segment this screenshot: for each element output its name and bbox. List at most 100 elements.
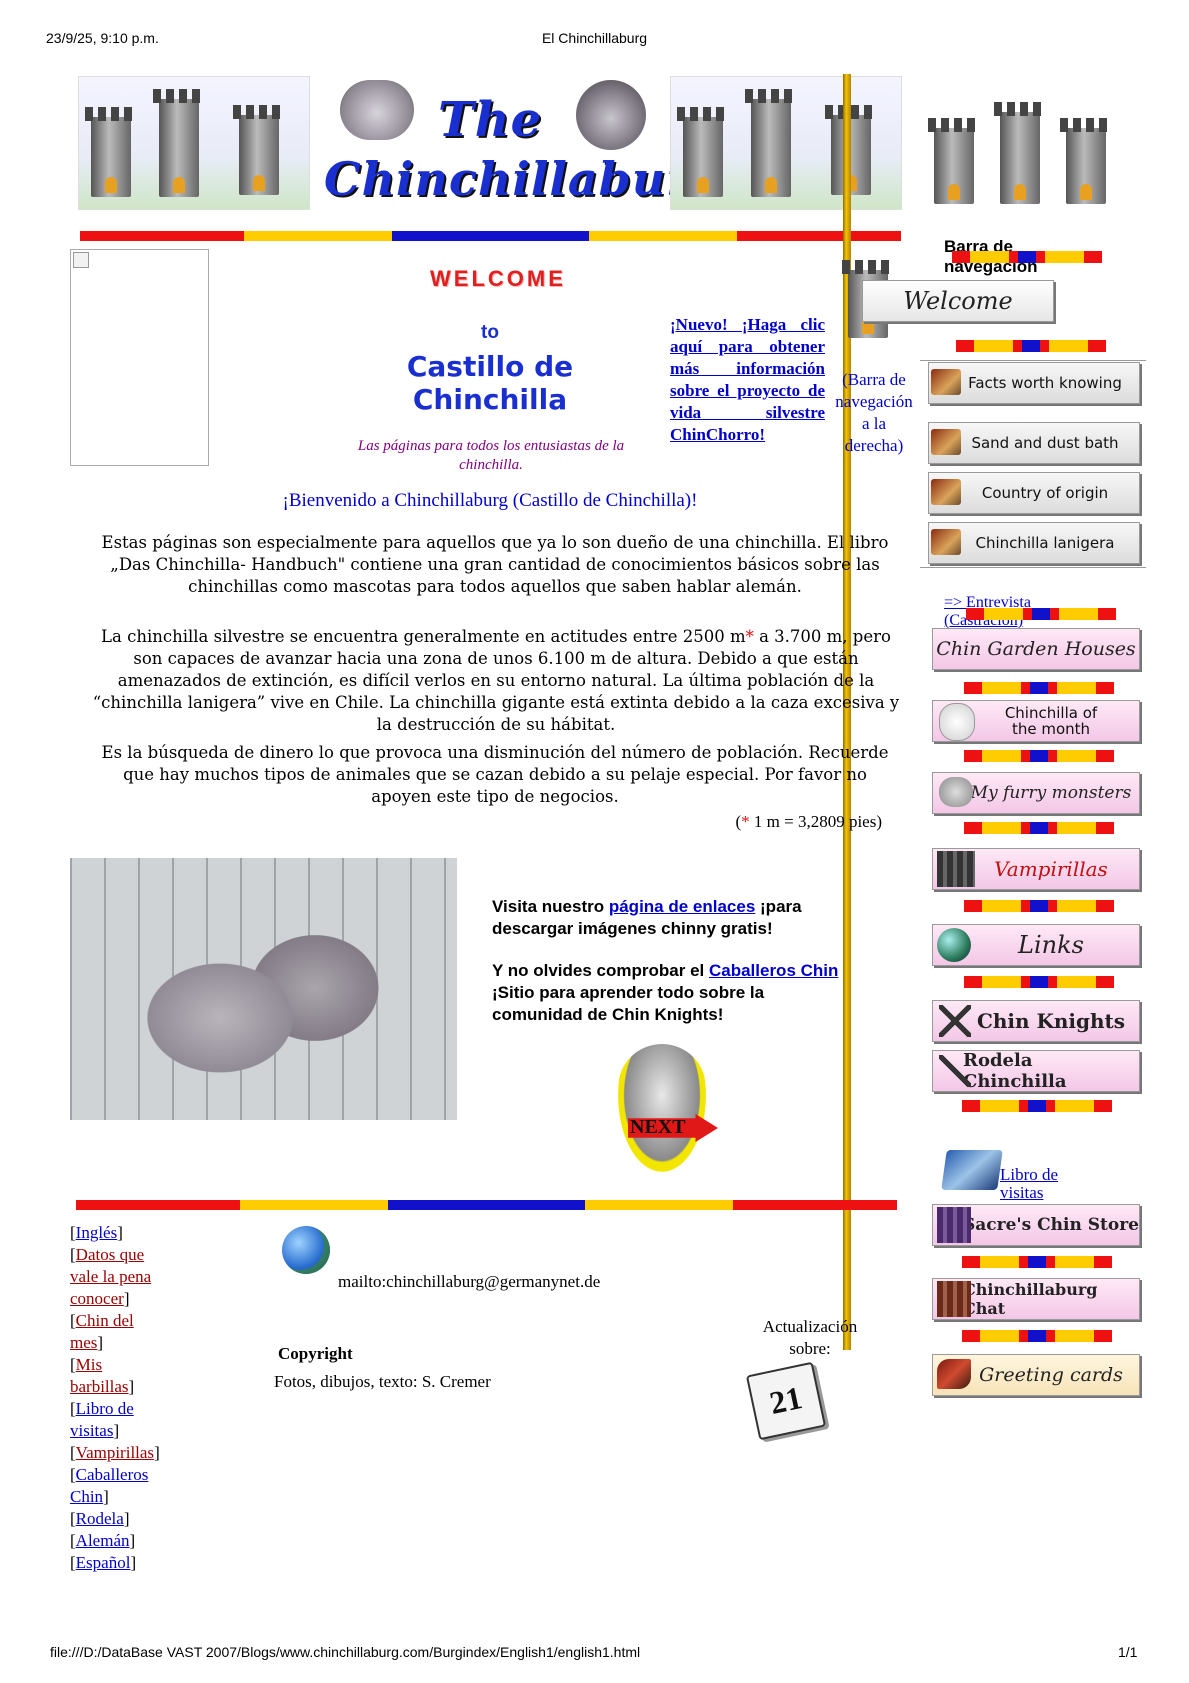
nav-link-mis-barbillas[interactable]: Mis barbillas [70, 1355, 129, 1396]
bottom-nav-item: [Español] [70, 1553, 137, 1572]
sand-book-icon [931, 429, 961, 455]
knights-promo: Y no olvides comprobar el Caballeros Chi… [492, 960, 852, 1026]
mailto-link[interactable]: mailto:chinchillaburg@germanynet.de [338, 1272, 600, 1292]
guestbook-link[interactable]: Libro de visitas [1000, 1166, 1100, 1204]
crossed-swords-icon [939, 1005, 971, 1037]
lanigera-label: Chinchilla lanigera [975, 534, 1115, 552]
sidebar-stripe [964, 682, 1114, 694]
nav-link-vampirillas[interactable]: Vampirillas [76, 1443, 154, 1462]
chinchilla-portrait-right [576, 80, 646, 150]
intro-paragraph: Estas páginas son especialmente para aqu… [101, 533, 889, 596]
chinchilla-face-icon [939, 777, 973, 807]
footnote-asterisk: * [741, 812, 750, 831]
print-doc-title: El Chinchillaburg [541, 30, 648, 46]
globe-icon[interactable] [282, 1226, 330, 1274]
bottom-nav-item: [Libro de visitas] [70, 1399, 134, 1440]
nav-link-caballeros[interactable]: Caballeros Chin [70, 1465, 148, 1506]
dark-castle-icon [937, 851, 975, 887]
chin-knights-button[interactable]: Chin Knights [932, 1000, 1140, 1042]
chinchilla-photo [70, 858, 457, 1120]
sidebar-stripe [962, 1256, 1112, 1268]
sidebar-stripe [964, 750, 1114, 762]
furry-monsters-button[interactable]: My furry monsters [932, 772, 1140, 814]
nav-link-chin-del-mes[interactable]: Chin del mes [70, 1311, 134, 1352]
sidebar-stripe [964, 822, 1114, 834]
facts-book-icon [931, 369, 961, 395]
chinchilla-portrait-left [340, 80, 414, 140]
facts-button[interactable]: Facts worth knowing [928, 362, 1140, 404]
header-divider [80, 231, 901, 241]
country-origin-button[interactable]: Country of origin [928, 472, 1140, 514]
chin-knights-link[interactable]: Caballeros Chin [709, 961, 838, 980]
sidebar-stripe [962, 1100, 1112, 1112]
lanigera-button[interactable]: Chinchilla lanigera [928, 522, 1140, 564]
bottom-nav: [Inglés] [Datos que vale la pena conocer… [70, 1222, 170, 1574]
links-page-link[interactable]: página de enlaces [609, 897, 755, 916]
knights-label: Chin Knights [976, 1009, 1126, 1033]
white-chinchilla-icon [939, 703, 975, 741]
sidebar-stripe [956, 340, 1106, 352]
knights-promo-suffix: ¡Sitio para aprender todo sobre la comun… [492, 983, 765, 1024]
towers-graphic [920, 100, 1150, 210]
logo-line-2: Chinchillaburg [324, 152, 725, 206]
chin-month-label: Chinchilla of the month [1004, 704, 1098, 738]
chin-of-month-button[interactable]: Chinchilla of the month [932, 700, 1140, 742]
sand-bath-button[interactable]: Sand and dust bath [928, 422, 1140, 464]
bottom-nav-item: [Rodela] [70, 1509, 130, 1528]
sand-label: Sand and dust bath [971, 434, 1119, 452]
chat-castle-icon [937, 1281, 971, 1317]
chat-button[interactable]: Chinchillaburg Chat [932, 1278, 1140, 1320]
logo-line-1: The [438, 92, 543, 148]
links-promo-prefix: Visita nuestro [492, 897, 609, 916]
quill-icon [937, 1359, 971, 1389]
next-label: NEXT [630, 1116, 686, 1138]
sidebar-stripe [964, 976, 1114, 988]
calendar-icon: 21 [745, 1361, 827, 1441]
nav-note: (Barra de navegación a la derecha) [835, 370, 913, 455]
wild-chinchilla-paragraph: La chinchilla silvestre se encuentra gen… [86, 626, 906, 736]
sidebar-welcome-label: Welcome [903, 287, 1013, 315]
garden-houses-button[interactable]: Chin Garden Houses [932, 628, 1140, 670]
greeting-cards-button[interactable]: Greeting cards [932, 1354, 1140, 1396]
sidebar-stripe [962, 1330, 1112, 1342]
links-promo: Visita nuestro página de enlaces ¡para d… [492, 896, 852, 940]
nav-link-aleman[interactable]: Alemán [76, 1531, 130, 1550]
footnote: (* 1 m = 3,2809 pies) [600, 812, 882, 832]
calendar-day: 21 [766, 1379, 806, 1421]
broken-image-placeholder [70, 249, 209, 466]
tagline: Las páginas para todos los entusiastas d… [357, 438, 625, 473]
site-logo: The Chinchillaburg [320, 76, 724, 222]
bottom-nav-item: [Caballeros Chin] [70, 1465, 149, 1506]
welcome-greeting: ¡Bienvenido a Chinchillaburg (Castillo d… [282, 490, 698, 511]
nav-link-espanol[interactable]: Español [76, 1553, 131, 1572]
sidebar-stripe [952, 251, 1102, 263]
cards-label: Greeting cards [979, 1364, 1123, 1386]
conservation-paragraph: Es la búsqueda de dinero lo que provoca … [101, 743, 889, 806]
nav-link-rodela[interactable]: Rodela [76, 1509, 124, 1528]
sidebar-stripe [966, 608, 1116, 620]
nav-link-datos[interactable]: Datos que vale la pena conocer [70, 1245, 151, 1308]
bottom-nav-item: [Alemán] [70, 1531, 136, 1550]
footnote-text: 1 m = 3,2809 pies) [749, 812, 882, 831]
links-button[interactable]: Links [932, 924, 1140, 966]
nav-link-ingles[interactable]: Inglés [76, 1223, 118, 1242]
castle-banner-right [670, 76, 902, 210]
vampirillas-button[interactable]: Vampirillas [932, 848, 1140, 890]
sidebar-welcome-button[interactable]: Welcome [862, 280, 1054, 322]
rodela-button[interactable]: Rodela Chinchilla [932, 1050, 1140, 1092]
vampirillas-label: Vampirillas [994, 857, 1108, 881]
credits: Fotos, dibujos, texto: S. Cremer [274, 1372, 491, 1391]
chinchorro-news-link[interactable]: ¡Nuevo! ¡Haga clic aquí para obtener más… [670, 314, 825, 446]
country-label: Country of origin [981, 484, 1109, 502]
welcome-to: to [481, 322, 499, 343]
update-label: Actualización sobre: [762, 1317, 858, 1358]
knights-promo-prefix: Y no olvides comprobar el [492, 961, 709, 980]
footer-divider [76, 1200, 897, 1210]
links-globe-icon [937, 928, 971, 962]
wild-text-a: La chinchilla silvestre se encuentra gen… [101, 627, 746, 646]
nav-link-libro-visitas[interactable]: Libro de visitas [70, 1399, 134, 1440]
garden-label: Chin Garden Houses [936, 638, 1136, 660]
chin-store-button[interactable]: Sacre's Chin Store [932, 1204, 1140, 1246]
lanigera-book-icon [931, 529, 961, 555]
next-button[interactable]: NEXT [600, 1040, 730, 1176]
